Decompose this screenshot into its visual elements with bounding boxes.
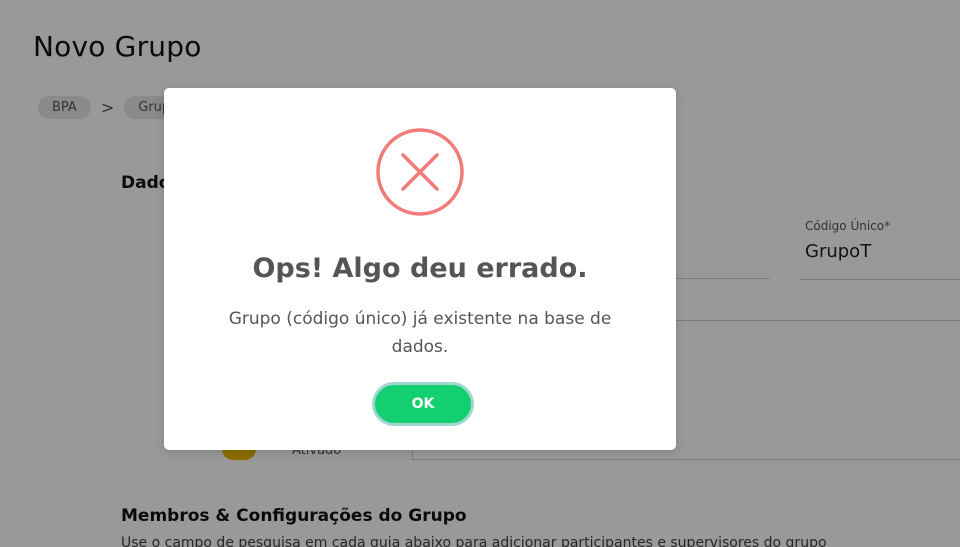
ok-button[interactable]: OK: [372, 382, 474, 426]
dialog-title: Ops! Algo deu errado.: [252, 253, 588, 284]
error-x-circle-icon: [376, 128, 464, 216]
error-dialog: Ops! Algo deu errado. Grupo (código únic…: [164, 88, 676, 450]
dialog-message: Grupo (código único) já existente na bas…: [228, 309, 612, 357]
